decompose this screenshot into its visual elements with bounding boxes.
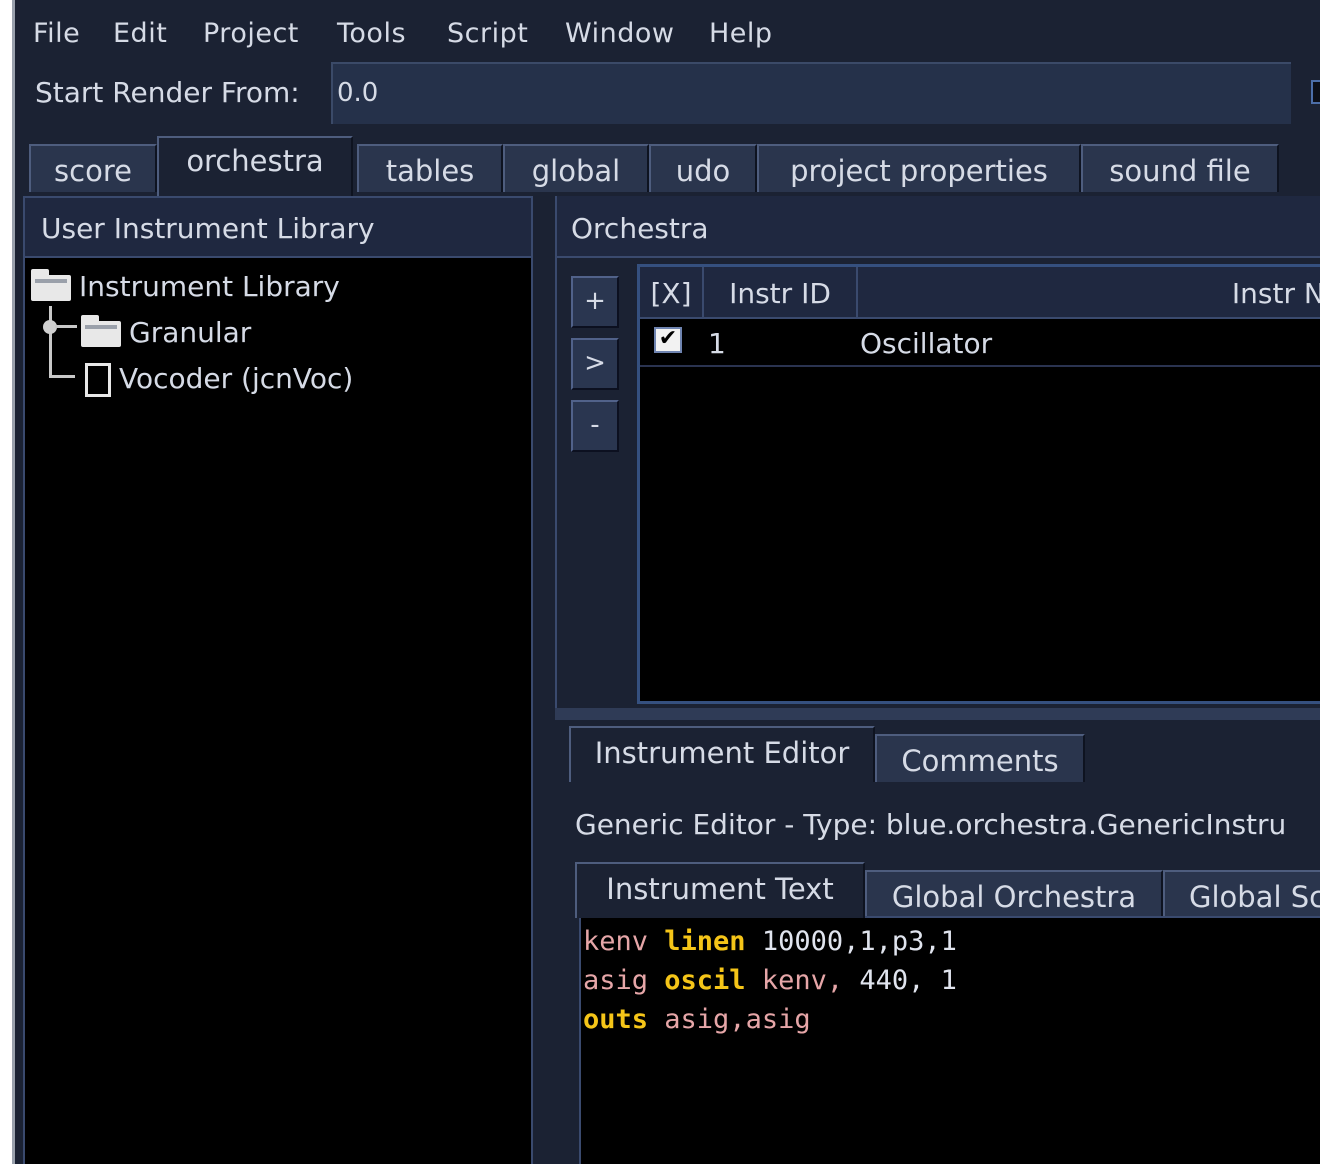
code-token: asig <box>583 965 665 996</box>
code-keyword: outs <box>583 1004 649 1035</box>
tree-folder-granular[interactable]: Granular <box>81 315 252 349</box>
tab-label: project properties <box>790 154 1048 188</box>
tab-label: Instrument Text <box>606 872 834 906</box>
tree-connector <box>49 306 52 376</box>
tab-label: Comments <box>901 744 1059 778</box>
tree-item-vocoder[interactable]: Vocoder (jcnVoc) <box>85 362 353 397</box>
tab-label: Global Orchestra <box>891 880 1137 914</box>
code-token: 440, 1 <box>843 965 957 996</box>
tab-global[interactable]: global <box>503 144 649 192</box>
menu-window[interactable]: Window <box>565 18 674 49</box>
application-window: File Edit Project Tools Script Window He… <box>12 0 1320 1164</box>
tab-label: global <box>531 154 621 188</box>
library-header: User Instrument Library <box>25 198 531 258</box>
tab-score[interactable]: score <box>29 144 157 192</box>
orchestra-panel: Orchestra + > - [X] Instr ID Instr Na ✔ … <box>555 196 1320 708</box>
instrument-code-editor[interactable]: kenv linen 10000,1,p3,1 asig oscil kenv,… <box>579 916 1320 1164</box>
tab-project-properties[interactable]: project properties <box>757 144 1081 192</box>
menu-tools[interactable]: Tools <box>337 18 406 49</box>
instrument-id-cell[interactable]: 1 <box>708 323 726 367</box>
tab-sound-file[interactable]: sound file <box>1081 144 1279 192</box>
code-token: asig,asig <box>648 1004 811 1035</box>
code-keyword: linen <box>664 926 746 957</box>
tab-tables[interactable]: tables <box>357 144 503 192</box>
menu-project[interactable]: Project <box>203 18 299 49</box>
folder-icon <box>81 315 121 347</box>
instrument-name-cell[interactable]: Oscillator <box>860 323 992 367</box>
instrument-enabled-checkbox[interactable]: ✔ <box>654 327 682 353</box>
main-tab-bar: score orchestra tables global udo projec… <box>29 136 1320 196</box>
tab-instrument-text[interactable]: Instrument Text <box>575 862 865 918</box>
tab-label: sound file <box>1109 154 1251 188</box>
tree-root-instrument-library[interactable]: Instrument Library <box>31 269 340 303</box>
menu-file[interactable]: File <box>33 18 80 49</box>
orchestra-header: Orchestra <box>557 196 1320 258</box>
instrument-table: [X] Instr ID Instr Na ✔ 1 Oscillator <box>637 264 1320 704</box>
menu-help[interactable]: Help <box>709 18 773 49</box>
editor-type-label: Generic Editor - Type: blue.orchestra.Ge… <box>575 808 1287 841</box>
add-instrument-button[interactable]: + <box>571 276 619 328</box>
folder-icon <box>31 269 71 301</box>
tab-label: Global Sc <box>1189 880 1320 914</box>
tab-udo[interactable]: udo <box>649 144 757 192</box>
column-header-enabled[interactable]: [X] <box>640 267 704 319</box>
code-token: kenv, <box>745 965 844 996</box>
copy-instrument-button[interactable]: > <box>571 338 619 390</box>
tab-label: score <box>54 154 132 188</box>
code-keyword: oscil <box>664 965 746 996</box>
instrument-library-panel: User Instrument Library Instrument Libra… <box>23 196 533 1164</box>
start-render-input[interactable]: 0.0 <box>331 62 1291 124</box>
horizontal-splitter[interactable] <box>555 708 1320 720</box>
document-icon <box>85 363 111 397</box>
code-token: 10000,1,p3,1 <box>745 926 957 957</box>
tab-comments[interactable]: Comments <box>875 734 1085 782</box>
render-option-checkbox[interactable] <box>1311 80 1320 104</box>
tab-label: udo <box>675 154 731 188</box>
tree-connector <box>55 325 77 328</box>
menu-bar: File Edit Project Tools Script Window He… <box>15 8 1320 52</box>
column-header-instr-id[interactable]: Instr ID <box>704 267 858 319</box>
code-token: kenv <box>583 926 665 957</box>
menu-script[interactable]: Script <box>447 18 528 49</box>
tab-label: Instrument Editor <box>594 736 850 770</box>
tree-label: Instrument Library <box>79 270 340 303</box>
column-header-instr-name[interactable]: Instr Na <box>858 267 1320 319</box>
remove-instrument-button[interactable]: - <box>571 400 619 452</box>
tree-label: Vocoder (jcnVoc) <box>119 362 354 395</box>
start-render-label: Start Render From: <box>35 76 300 109</box>
tab-global-score[interactable]: Global Sc <box>1163 870 1320 918</box>
instrument-editor-panel: Instrument Editor Comments Generic Edito… <box>555 720 1320 1164</box>
tab-label: orchestra <box>186 144 324 178</box>
tree-connector <box>49 375 75 378</box>
vertical-splitter[interactable] <box>537 196 553 1164</box>
tab-global-orchestra[interactable]: Global Orchestra <box>865 870 1163 918</box>
tree-label: Granular <box>129 316 252 349</box>
tab-label: tables <box>385 154 475 188</box>
tab-instrument-editor[interactable]: Instrument Editor <box>569 726 875 782</box>
tab-orchestra[interactable]: orchestra <box>157 136 353 196</box>
menu-edit[interactable]: Edit <box>113 18 167 49</box>
row-divider <box>640 365 1320 367</box>
